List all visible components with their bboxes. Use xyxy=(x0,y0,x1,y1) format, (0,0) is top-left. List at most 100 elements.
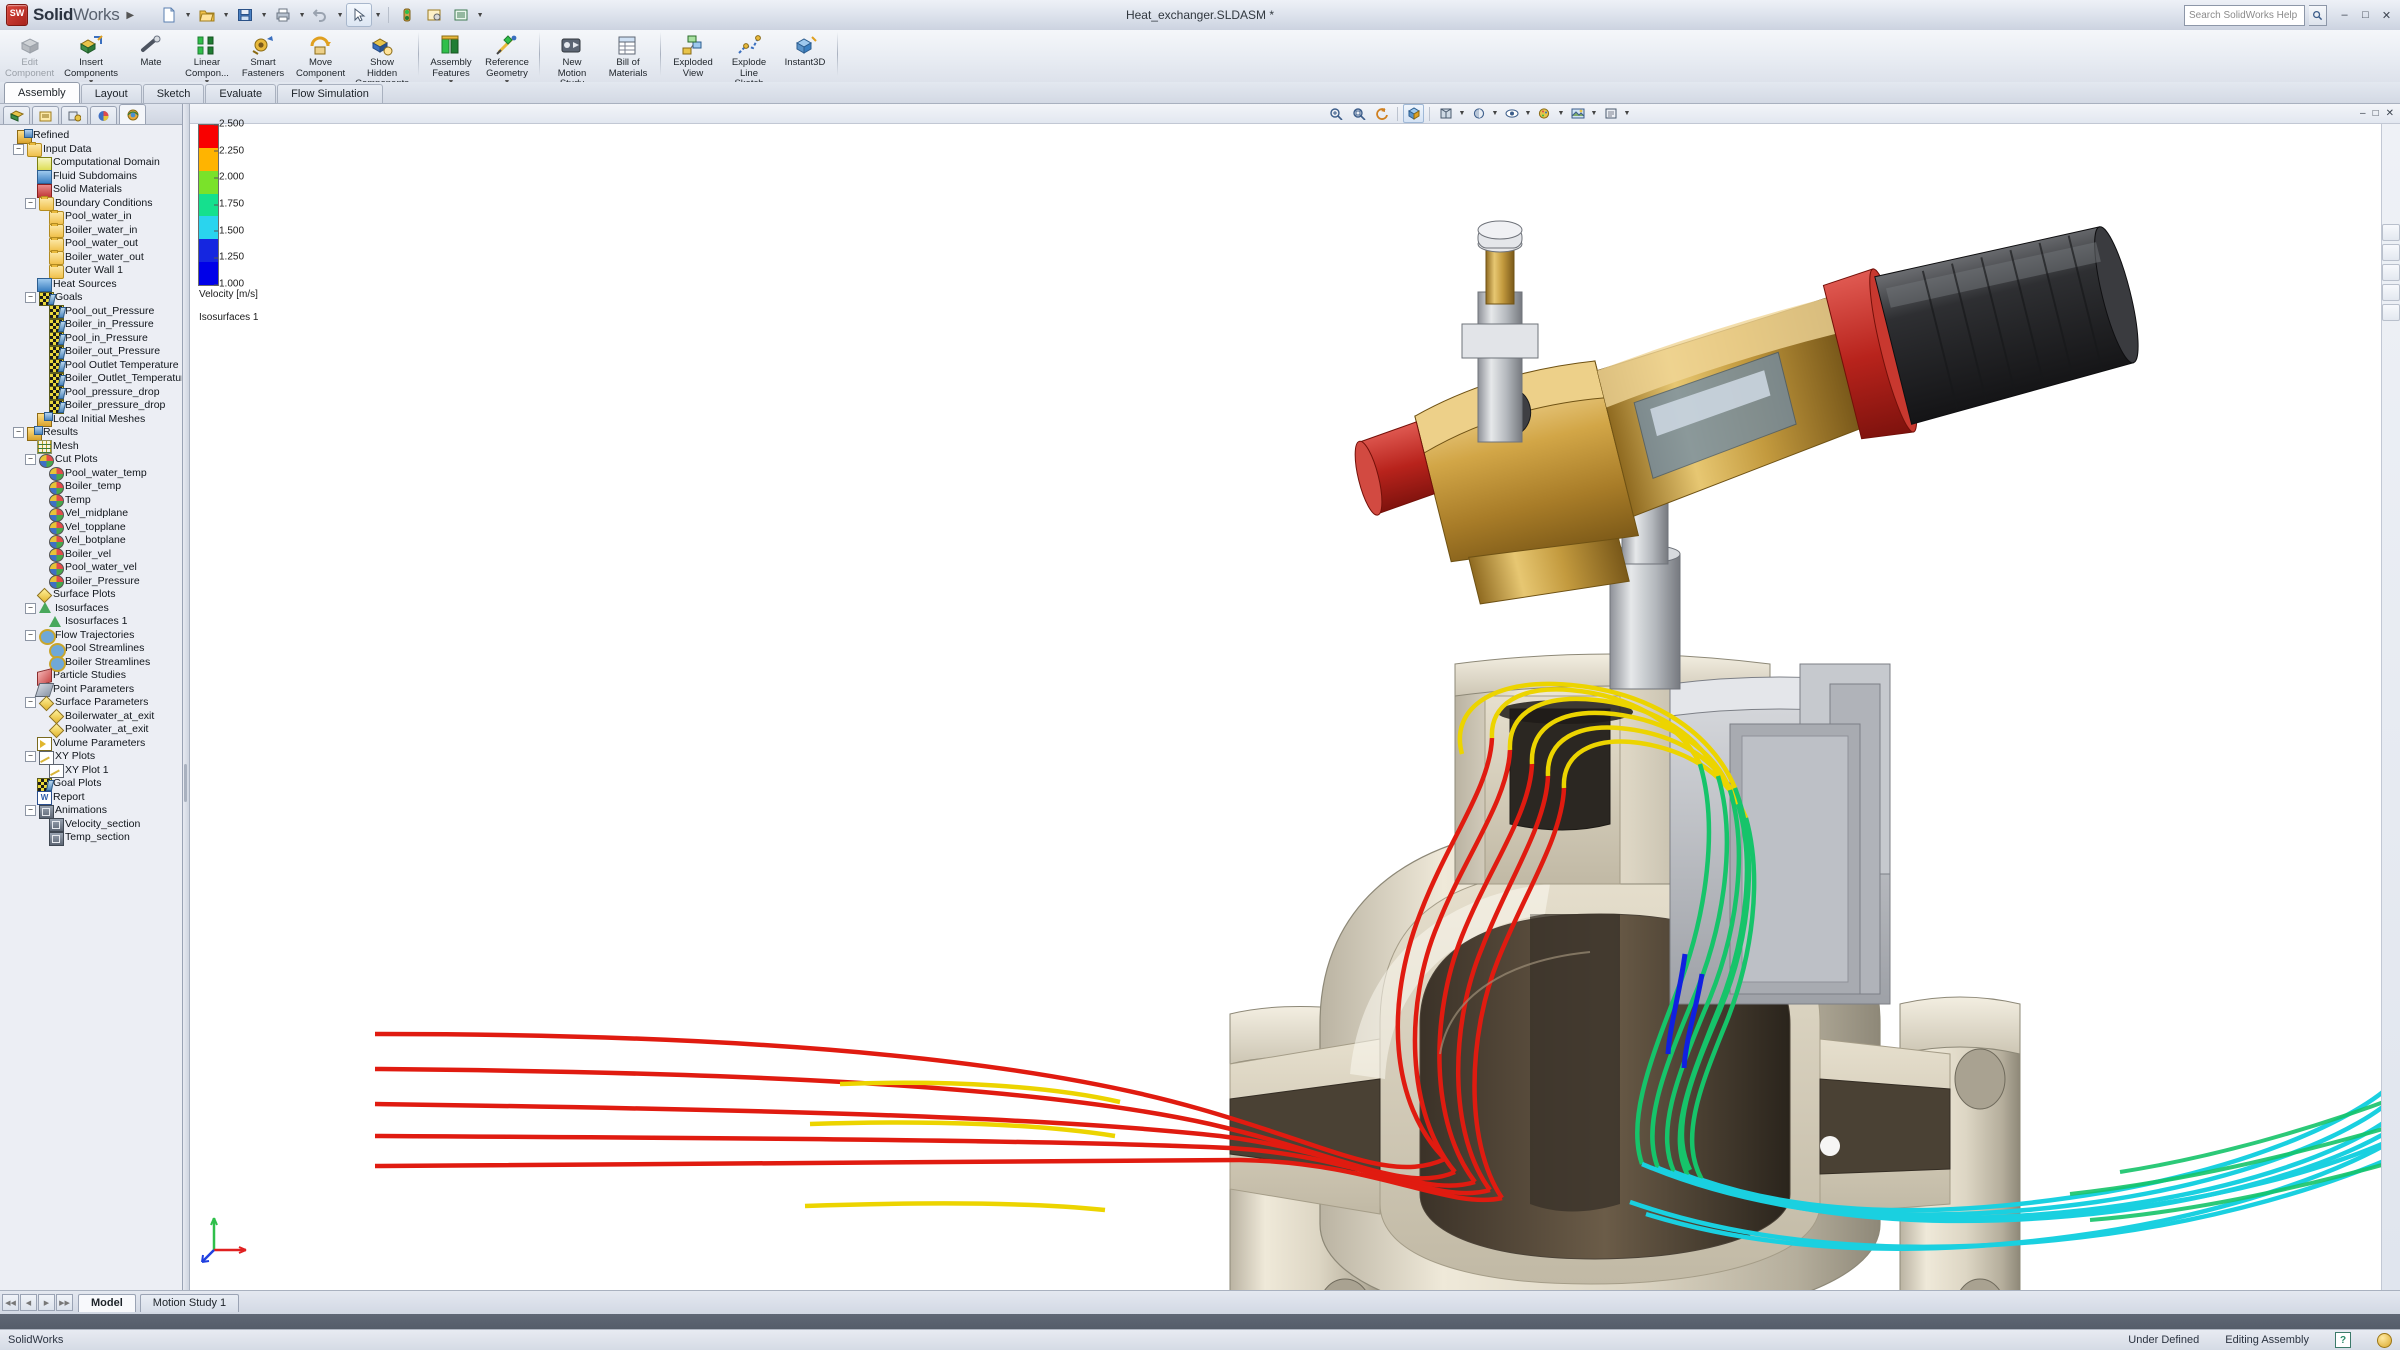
view-orientation-button[interactable] xyxy=(1435,104,1456,123)
smart-fasteners-button[interactable]: Smart Fasteners xyxy=(235,30,291,83)
tree-item-vel-midplane[interactable]: Vel_midplane xyxy=(3,507,182,522)
tab-layout[interactable]: Layout xyxy=(80,84,142,103)
open-document-caret-icon[interactable]: ▼ xyxy=(221,12,231,19)
maximize-graphics-button[interactable]: □ xyxy=(2373,108,2379,119)
assembly-features-button[interactable]: AssemblyFeatures▼ xyxy=(423,30,479,86)
display-style-caret-icon[interactable]: ▼ xyxy=(1491,110,1499,117)
tree-collapse-toggle[interactable]: − xyxy=(25,602,36,614)
tree-item-pool-streamlines[interactable]: Pool Streamlines xyxy=(3,642,182,659)
options-button[interactable] xyxy=(421,3,447,27)
apply-scene-button[interactable] xyxy=(1567,104,1588,123)
bill-of-materials-button[interactable]: Bill of Materials xyxy=(600,30,656,83)
horizontal-scrollbar[interactable] xyxy=(0,1314,2400,1329)
display-list-button[interactable] xyxy=(448,3,474,27)
tab-flow-simulation[interactable]: Flow Simulation xyxy=(277,84,383,103)
display-list-caret-icon[interactable]: ▼ xyxy=(475,12,485,19)
next-tab-button[interactable]: ▶ xyxy=(38,1294,55,1311)
tree-item-report[interactable]: Report xyxy=(3,791,182,806)
tree-collapse-toggle[interactable]: − xyxy=(25,805,36,817)
tree-item-goal-plots[interactable]: Goal Plots xyxy=(3,777,182,792)
maximize-window-button[interactable]: □ xyxy=(2358,9,2373,21)
zoom-to-area-button[interactable] xyxy=(1348,104,1369,123)
show-hidden-components-button[interactable]: ShowHiddenComponents xyxy=(350,30,414,89)
tree-item-boilerwater-at-exit[interactable]: Boilerwater_at_exit xyxy=(3,708,182,725)
tree-item-xy-plot-1[interactable]: XY Plot 1 xyxy=(3,764,182,779)
new-document-caret-icon[interactable]: ▼ xyxy=(183,12,193,19)
new-document-button[interactable] xyxy=(156,3,182,27)
panel-splitter[interactable] xyxy=(183,104,190,1290)
configuration-manager-tab[interactable] xyxy=(61,106,88,124)
tree-item-pool-outlet-temperature[interactable]: Pool Outlet Temperature xyxy=(3,359,182,374)
insert-components-button[interactable]: InsertComponents▼ xyxy=(59,30,123,86)
flow-simulation-tab[interactable] xyxy=(119,104,146,124)
tree-item-boiler-vel[interactable]: Boiler_vel xyxy=(3,548,182,563)
rebuild-button[interactable] xyxy=(394,3,420,27)
reference-geometry-button[interactable]: ReferenceGeometry▼ xyxy=(479,30,535,86)
tree-collapse-toggle[interactable]: − xyxy=(25,454,36,466)
save-document-button[interactable] xyxy=(232,3,258,27)
hide-show-items-button[interactable] xyxy=(1501,104,1522,123)
tree-item-animations[interactable]: − Animations xyxy=(3,804,182,819)
tree-item-particle-studies[interactable]: Particle Studies xyxy=(3,667,182,686)
tree-item-xy-plots[interactable]: − XY Plots xyxy=(3,750,182,765)
tree-item-results[interactable]: − Results xyxy=(3,425,182,441)
tree-item-pool-water-temp[interactable]: Pool_water_temp xyxy=(3,467,182,482)
tree-collapse-toggle[interactable]: − xyxy=(25,197,36,209)
linear-component-pattern-button[interactable]: LinearCompon...▼ xyxy=(179,30,235,86)
mate-button[interactable]: Mate xyxy=(123,30,179,83)
tree-item-isosurfaces[interactable]: − Isosurfaces xyxy=(3,602,182,616)
tree-item-velocity-section[interactable]: Velocity_section xyxy=(3,818,182,833)
edit-component-button[interactable]: Edit Component xyxy=(0,30,59,83)
scenes-button[interactable] xyxy=(2382,264,2400,281)
tab-motion-study-1[interactable]: Motion Study 1 xyxy=(139,1293,240,1312)
valve-assembly-3d-model[interactable] xyxy=(190,124,2400,1290)
print-document-button[interactable] xyxy=(270,3,296,27)
tree-item-goals[interactable]: − Goals xyxy=(3,291,182,306)
apply-scene-caret-icon[interactable]: ▼ xyxy=(1590,110,1598,117)
tree-collapse-toggle[interactable]: − xyxy=(25,292,36,304)
close-graphics-button[interactable]: ✕ xyxy=(2386,108,2394,119)
first-tab-button[interactable]: ◀◀ xyxy=(2,1294,19,1311)
tree-item-boiler-in-pressure[interactable]: Boiler_in_Pressure xyxy=(3,318,182,333)
tree-item-surface-plots[interactable]: Surface Plots xyxy=(3,587,182,604)
select-tool-caret-icon[interactable]: ▼ xyxy=(373,12,383,19)
section-view-button[interactable] xyxy=(1403,104,1424,123)
tree-collapse-toggle[interactable]: − xyxy=(25,629,36,641)
edit-appearance-caret-icon[interactable]: ▼ xyxy=(1557,110,1565,117)
custom-properties-button[interactable] xyxy=(2382,304,2400,321)
display-manager-tab[interactable] xyxy=(90,106,117,124)
tree-item-poolwater-at-exit[interactable]: Poolwater_at_exit xyxy=(3,722,182,739)
menu-expand-arrow-icon[interactable]: ▶ xyxy=(126,10,134,21)
tree-item-volume-parameters[interactable]: Volume Parameters xyxy=(3,737,182,752)
last-tab-button[interactable]: ▶▶ xyxy=(56,1294,73,1311)
tree-item-fluid-subdomains[interactable]: Fluid Subdomains xyxy=(3,170,182,185)
move-component-button[interactable]: MoveComponent▼ xyxy=(291,30,350,86)
graphics-area[interactable]: ▼ ▼ ▼ ▼ ▼ ▼ – □ ✕ 2.500 2.250 2.000 1.75… xyxy=(190,104,2400,1290)
view-settings-caret-icon[interactable]: ▼ xyxy=(1623,110,1631,117)
tree-item-temp[interactable]: Temp xyxy=(3,494,182,509)
tab-assembly[interactable]: Assembly xyxy=(4,82,80,103)
tree-collapse-toggle[interactable]: − xyxy=(25,751,36,763)
tree-item-boiler-outlet-temperature[interactable]: Boiler_Outlet_Temperature xyxy=(3,372,182,387)
save-document-caret-icon[interactable]: ▼ xyxy=(259,12,269,19)
tree-item-boundary-conditions[interactable]: − Boundary Conditions xyxy=(3,196,182,212)
edit-appearance-button[interactable] xyxy=(1534,104,1555,123)
tree-item-boiler-pressure-drop[interactable]: Boiler_pressure_drop xyxy=(3,399,182,414)
tree-item-flow-trajectories[interactable]: − Flow Trajectories xyxy=(3,629,182,646)
tree-item-temp-section[interactable]: Temp_section xyxy=(3,831,182,846)
tab-sketch[interactable]: Sketch xyxy=(142,84,205,103)
hide-show-items-caret-icon[interactable]: ▼ xyxy=(1524,110,1532,117)
open-document-button[interactable] xyxy=(194,3,220,27)
appearances-button[interactable] xyxy=(2382,244,2400,261)
previous-view-button[interactable] xyxy=(1371,104,1392,123)
tree-item-local-initial-meshes[interactable]: Local Initial Meshes xyxy=(3,412,182,428)
tree-item-cut-plots[interactable]: − Cut Plots xyxy=(3,453,182,468)
tree-item-pool-water-vel[interactable]: Pool_water_vel xyxy=(3,561,182,576)
instant3d-button[interactable]: Instant3D xyxy=(777,30,833,83)
tree-item-boiler-pressure[interactable]: Boiler_Pressure xyxy=(3,575,182,590)
new-motion-study-button[interactable]: NewMotionStudy xyxy=(544,30,600,89)
view-palette-button[interactable] xyxy=(2382,224,2400,241)
tree-item-outer-wall-1[interactable]: Outer Wall 1 xyxy=(3,263,182,279)
tree-item-point-parameters[interactable]: Point Parameters xyxy=(3,683,182,698)
tree-item-surface-parameters[interactable]: − Surface Parameters xyxy=(3,695,182,712)
